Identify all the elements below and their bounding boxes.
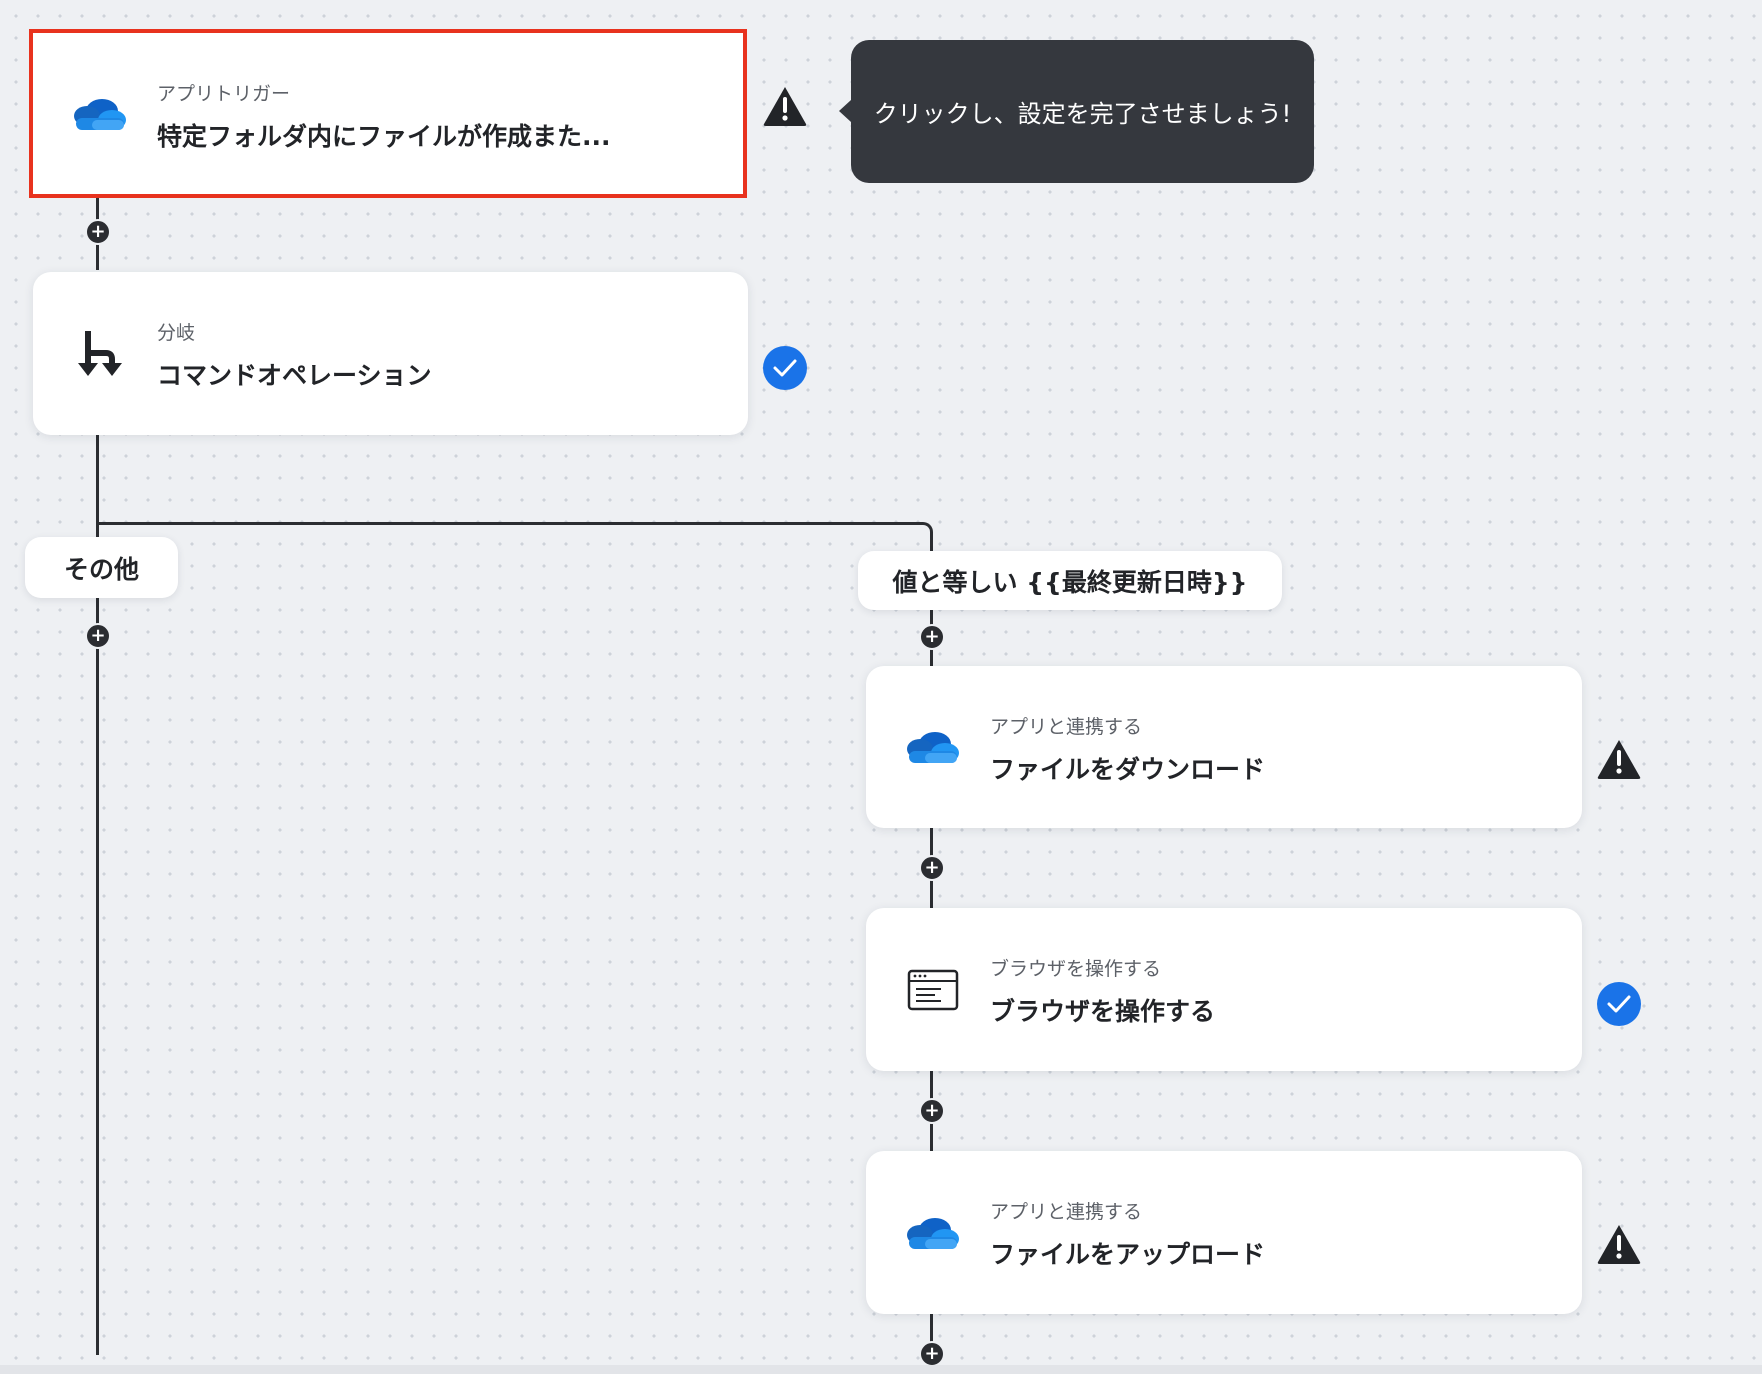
add-step-button[interactable]: +	[919, 624, 945, 650]
step-title: コマンドオペレーション	[157, 361, 432, 390]
step-card-download[interactable]: アプリと連携する ファイルをダウンロード	[866, 666, 1582, 828]
branch-label-equals[interactable]: 値と等しい {{最終更新日時}}	[858, 551, 1282, 610]
branch-icon	[71, 325, 129, 383]
step-subtitle: アプリトリガー	[157, 83, 291, 105]
onedrive-icon	[904, 1204, 962, 1262]
step-title: 特定フォルダ内にファイルが作成また...	[157, 122, 611, 151]
warning-icon	[762, 83, 808, 129]
warning-icon	[1596, 1221, 1642, 1267]
onedrive-icon	[904, 718, 962, 776]
add-step-button[interactable]: +	[919, 855, 945, 881]
add-step-button[interactable]: +	[919, 1098, 945, 1124]
step-title: ファイルをアップロード	[990, 1240, 1266, 1269]
canvas-bottom-edge	[0, 1365, 1762, 1374]
add-step-button[interactable]: +	[85, 219, 111, 245]
step-subtitle: アプリと連携する	[990, 1201, 1143, 1223]
step-title: ファイルをダウンロード	[990, 755, 1266, 784]
branch-label-other[interactable]: その他	[25, 537, 178, 598]
step-subtitle: ブラウザを操作する	[990, 958, 1162, 980]
warning-icon	[1596, 736, 1642, 782]
step-subtitle: アプリと連携する	[990, 716, 1143, 738]
connector-right-to-label	[930, 536, 933, 552]
step-card-trigger[interactable]: アプリトリガー 特定フォルダ内にファイルが作成また...	[29, 29, 747, 198]
step-card-browser[interactable]: ブラウザを操作する ブラウザを操作する	[866, 908, 1582, 1071]
tooltip-text: クリックし、設定を完了させましょう!	[873, 100, 1292, 128]
add-step-button[interactable]: +	[85, 623, 111, 649]
onedrive-icon	[71, 85, 129, 143]
connector-branch-horizontal	[96, 522, 922, 525]
setup-tooltip: クリックし、設定を完了させましょう!	[839, 40, 1314, 183]
add-step-button[interactable]: +	[919, 1341, 945, 1367]
step-card-upload[interactable]: アプリと連携する ファイルをアップロード	[866, 1151, 1582, 1314]
step-title: ブラウザを操作する	[990, 997, 1216, 1026]
check-circle-icon	[1596, 981, 1642, 1027]
step-subtitle: 分岐	[157, 322, 196, 344]
browser-window-icon	[904, 961, 962, 1019]
check-circle-icon	[762, 345, 808, 391]
step-card-branch[interactable]: 分岐 コマンドオペレーション	[33, 272, 748, 435]
